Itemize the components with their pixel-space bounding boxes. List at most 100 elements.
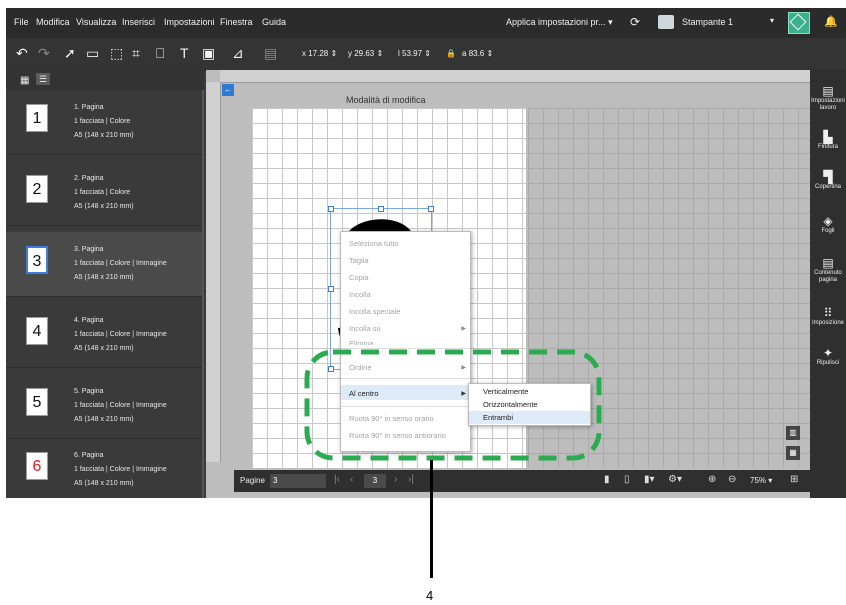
page-title: 5. Pagina: [74, 388, 104, 395]
selection-tool-icon[interactable]: ⬚: [110, 46, 123, 60]
delete-page-icon[interactable]: ▮: [604, 474, 610, 485]
submenu-arrow-icon: ▶: [461, 326, 466, 332]
page-item-2[interactable]: 2 2. Pagina 1 facciata | Colore A5 (148 …: [6, 161, 202, 226]
layers-icon: ◈: [823, 214, 833, 228]
next-page-icon[interactable]: ›: [394, 474, 397, 485]
job-settings-button[interactable]: ▤ Impostazioni lavoro: [810, 84, 846, 112]
page-thumbnail: 6: [26, 452, 48, 480]
first-page-icon[interactable]: |‹: [334, 474, 340, 485]
toolbar: ↶ ↷ ➚ ▭ ⬚ ⌗ ⎕ T ▣ ⊿ ▤ x 17.28 ⇕ y 29.63 …: [6, 38, 846, 71]
resize-handle[interactable]: [378, 206, 384, 212]
start-print-button[interactable]: [788, 12, 810, 34]
menu-modifica[interactable]: Modifica: [36, 17, 70, 27]
page-title: 4. Pagina: [74, 317, 104, 324]
page-thumbnail: 5: [26, 388, 48, 416]
back-arrow-icon[interactable]: ←: [222, 84, 234, 96]
finishing-button[interactable]: ▙ Finitura: [810, 130, 846, 151]
menu-paste-special[interactable]: Incolla speciale: [349, 307, 400, 316]
page-item-6[interactable]: 6 6. Pagina 1 facciata | Colore | Immagi…: [6, 438, 202, 498]
apply-settings-dropdown[interactable]: Applica impostazioni pr... ▾: [506, 17, 613, 28]
refresh-icon[interactable]: ⟳: [630, 15, 640, 29]
width-label: l: [398, 49, 400, 58]
last-page-icon[interactable]: ›|: [408, 474, 414, 485]
menu-impostazioni[interactable]: Impostazioni: [164, 17, 215, 27]
page-content-button[interactable]: ▤ Contenuto pagina: [810, 256, 846, 284]
redo-icon[interactable]: ↷: [38, 46, 50, 60]
book-open-icon[interactable]: ▦: [786, 446, 800, 460]
crop-icon[interactable]: ⌗: [132, 46, 140, 60]
menu-cut[interactable]: Taglia: [349, 256, 369, 265]
zoom-out-icon[interactable]: ⊖: [728, 474, 736, 485]
resize-handle[interactable]: [328, 206, 334, 212]
bell-icon[interactable]: 🔔: [824, 15, 838, 28]
zoom-value: 75%: [750, 476, 767, 485]
page-title: 3. Pagina: [74, 246, 104, 253]
page-size: A5 (148 x 210 mm): [74, 416, 134, 423]
gear-icon[interactable]: ⚙▾: [668, 474, 682, 485]
blank-page-icon[interactable]: ▯: [624, 474, 630, 485]
page-list-panel: ▦ ☰ 1 1. Pagina 1 facciata | Colore A5 (…: [6, 70, 204, 498]
menu-finestra[interactable]: Finestra: [220, 17, 253, 27]
page-info: 1 facciata | Colore | Immagine: [74, 331, 167, 338]
menu-paste[interactable]: Incolla: [349, 290, 371, 299]
vertical-ruler: [206, 82, 221, 462]
page-item-1[interactable]: 1 1. Pagina 1 facciata | Colore A5 (148 …: [6, 90, 202, 155]
zoom-in-icon[interactable]: ⊕: [708, 474, 716, 485]
imposition-grid-icon: ⠿: [823, 306, 833, 320]
x-field[interactable]: x 17.28 ⇕: [302, 49, 337, 58]
rectangle-tool-icon[interactable]: ▭: [86, 46, 99, 60]
list-view-icon[interactable]: ☰: [36, 73, 50, 85]
menu-visualizza[interactable]: Visualizza: [76, 17, 116, 27]
page-info: 1 facciata | Colore: [74, 118, 131, 125]
insert-page-icon[interactable]: ▮▾: [644, 474, 655, 485]
button-label: Contenuto pagina: [814, 270, 842, 283]
previous-page-icon[interactable]: ‹: [350, 474, 353, 485]
chevron-down-icon[interactable]: ▾: [770, 16, 774, 25]
page-title: 6. Pagina: [74, 452, 104, 459]
fit-page-icon[interactable]: ⊞: [790, 474, 798, 485]
edit-mode-label: Modalità di modifica: [346, 95, 426, 105]
pages-count-field[interactable]: 3: [270, 474, 326, 488]
menu-select-all[interactable]: Seleziona tutto: [349, 239, 399, 248]
align-tool-icon[interactable]: ⊿: [232, 46, 244, 60]
page-info: 1 facciata | Colore | Immagine: [74, 466, 167, 473]
page-thumbnail: 2: [26, 175, 48, 203]
current-page-field[interactable]: 3: [364, 474, 386, 488]
right-tool-panel: ▤ Impostazioni lavoro ▙ Finitura ▜ Coper…: [810, 70, 846, 498]
menu-copy[interactable]: Copia: [349, 273, 369, 282]
page-item-5[interactable]: 5 5. Pagina 1 facciata | Colore | Immagi…: [6, 374, 202, 439]
frame-icon[interactable]: ⎕: [156, 46, 164, 60]
resize-handle[interactable]: [428, 206, 434, 212]
page-item-3[interactable]: 3 3. Pagina 1 facciata | Colore | Immagi…: [6, 232, 202, 297]
menu-paste-on[interactable]: Incolla su: [349, 324, 381, 333]
y-field[interactable]: y 29.63 ⇕: [348, 49, 383, 58]
image-tool-icon[interactable]: ▣: [202, 46, 215, 60]
undo-icon[interactable]: ↶: [16, 46, 28, 60]
page-item-4[interactable]: 4 4. Pagina 1 facciata | Colore | Immagi…: [6, 303, 202, 368]
menu-file[interactable]: File: [14, 17, 29, 27]
lock-icon[interactable]: 🔒: [446, 49, 456, 58]
x-label: x: [302, 49, 306, 58]
page-title: 1. Pagina: [74, 104, 104, 111]
cleanup-button[interactable]: ✦ Ripulisci: [810, 346, 846, 367]
sheets-button[interactable]: ◈ Fogli: [810, 214, 846, 235]
y-value: 29.63: [354, 49, 375, 58]
text-tool-icon[interactable]: T: [180, 46, 189, 60]
menu-guida[interactable]: Guida: [262, 17, 286, 27]
printer-name[interactable]: Stampante 1: [682, 17, 733, 27]
grid-view-icon[interactable]: ▦: [20, 75, 29, 86]
imposition-button[interactable]: ⠿ Imposizione: [810, 306, 846, 327]
document-icon[interactable]: ▤: [264, 46, 277, 60]
page-size: A5 (148 x 210 mm): [74, 274, 134, 281]
highlight-frame: [304, 349, 602, 461]
width-field[interactable]: l 53.97 ⇕: [398, 49, 431, 58]
button-label: Ripulisci: [816, 360, 840, 366]
book-view-icon[interactable]: ▥: [786, 426, 800, 440]
page-navigation-bar: Pagine 3 |‹ ‹ 3 › ›| ▮ ▯ ▮▾ ⚙▾ ⊕ ⊖ 75% ▾…: [234, 470, 810, 492]
resize-handle[interactable]: [328, 286, 334, 292]
zoom-dropdown[interactable]: 75% ▾: [750, 476, 772, 485]
cover-button[interactable]: ▜ Copertina: [810, 170, 846, 191]
pointer-icon[interactable]: ➚: [64, 46, 76, 60]
height-field[interactable]: a 83.6 ⇕: [462, 49, 493, 58]
menu-inserisci[interactable]: Inserisci: [122, 17, 155, 27]
